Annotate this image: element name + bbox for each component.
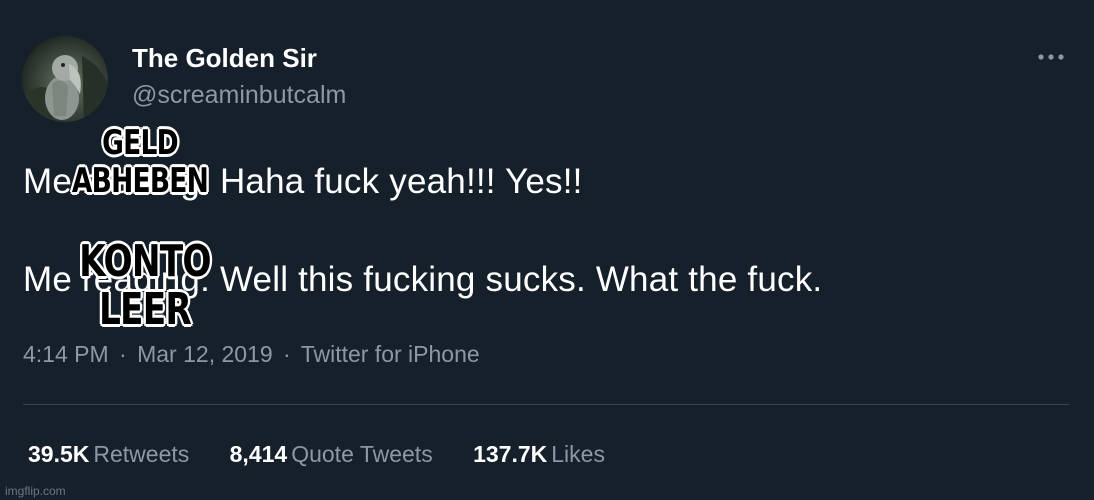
avatar[interactable] (22, 36, 108, 122)
stat-likes[interactable]: 137.7K Likes (473, 441, 605, 468)
tweet-card: The Golden Sir @screaminbutcalm Me readi… (0, 0, 1094, 500)
caption-line: ABHEBEN (71, 161, 209, 201)
divider (23, 404, 1069, 405)
tweet-source[interactable]: Twitter for iPhone (301, 341, 480, 367)
user-handle[interactable]: @screaminbutcalm (132, 81, 346, 110)
stat-retweets[interactable]: 39.5K Retweets (28, 441, 189, 468)
tweet-metadata: 4:14 PM · Mar 12, 2019 · Twitter for iPh… (23, 341, 480, 368)
caption-line: LEER (98, 284, 192, 335)
caption-line: GELD (102, 123, 178, 163)
tweet-time[interactable]: 4:14 PM (23, 341, 109, 367)
meta-separator: · (119, 341, 127, 367)
engagement-stats: 39.5K Retweets 8,414 Quote Tweets 137.7K Li… (28, 441, 639, 468)
stat-label: Retweets (93, 441, 190, 467)
stat-value: 39.5K (28, 441, 90, 467)
stat-label: Likes (551, 441, 605, 467)
display-name[interactable]: The Golden Sir (132, 43, 317, 74)
meta-separator: · (283, 341, 291, 367)
shoebill-avatar-icon (22, 55, 108, 122)
stat-value: 137.7K (473, 441, 548, 467)
imgflip-watermark: imgflip.com (5, 484, 66, 498)
stat-label: Quote Tweets (291, 441, 433, 467)
stat-value: 8,414 (229, 441, 288, 467)
meme-caption-geld-abheben: GELD ABHEBEN (70, 124, 210, 200)
more-horizontal-icon[interactable] (1034, 47, 1068, 67)
stat-quote-tweets[interactable]: 8,414 Quote Tweets (230, 441, 433, 468)
caption-line: KONTO (79, 236, 211, 287)
meme-caption-konto-leer: KONTO LEER (75, 238, 215, 334)
tweet-date[interactable]: Mar 12, 2019 (137, 341, 273, 367)
